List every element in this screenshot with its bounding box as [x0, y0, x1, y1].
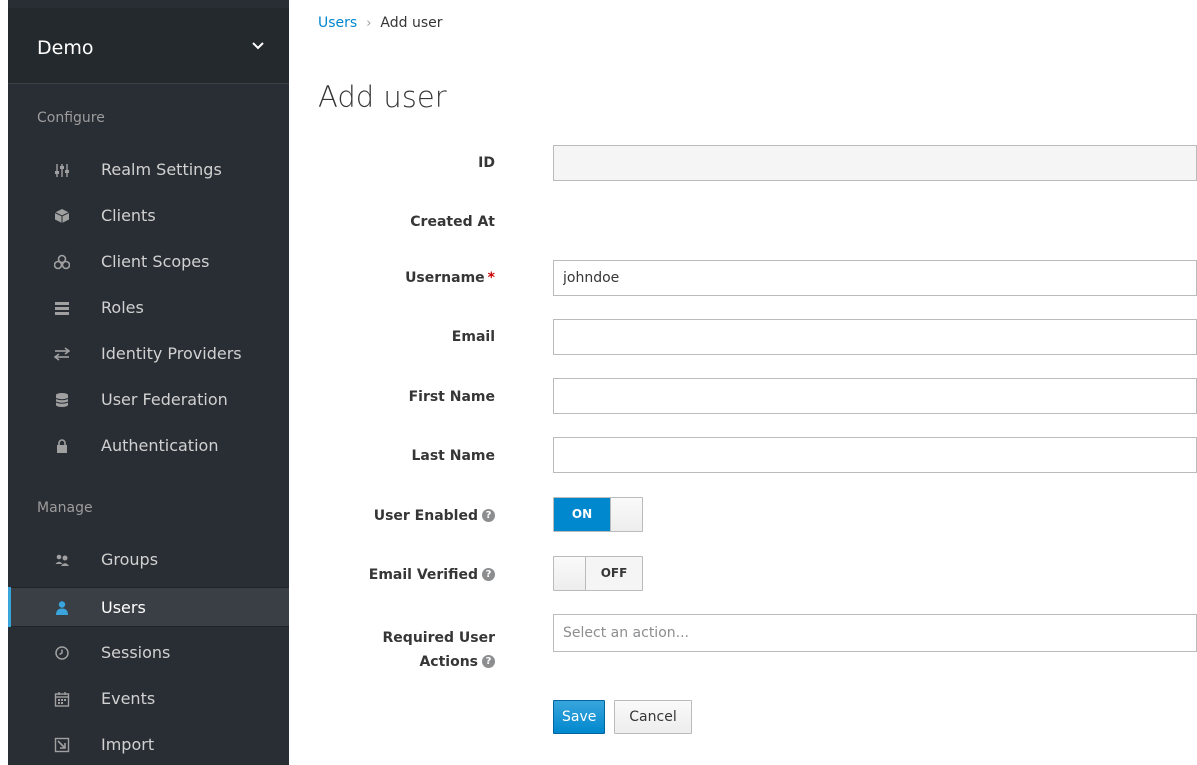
sidebar-item-authentication[interactable]: Authentication [8, 426, 289, 466]
breadcrumb-current: Add user [380, 15, 443, 31]
import-icon [54, 737, 70, 753]
section-label-manage: Manage [37, 500, 93, 516]
sidebar-item-label: Roles [101, 298, 144, 317]
clock-icon [55, 646, 69, 660]
user-icon [56, 601, 68, 615]
sidebar-item-label: Import [101, 735, 155, 754]
sidebar-item-label: Sessions [101, 643, 171, 662]
cube-icon [54, 209, 70, 223]
required-actions-label: Required User Actions? [383, 626, 495, 674]
sidebar-item-import[interactable]: Import [8, 725, 289, 765]
user-enabled-label: User Enabled? [374, 508, 495, 524]
breadcrumb-separator: › [366, 16, 372, 31]
calendar-icon [54, 692, 70, 707]
sidebar-item-label: Clients [101, 206, 156, 225]
required-asterisk: * [487, 270, 495, 286]
sidebar-item-roles[interactable]: Roles [8, 288, 289, 328]
database-icon [55, 393, 69, 407]
last-name-label: Last Name [411, 448, 495, 464]
required-actions-label-line2: Actions [419, 654, 478, 670]
app-root: Demo Configure Realm Settings Clients Cl… [0, 0, 1197, 765]
sidebar-item-clients[interactable]: Clients [8, 196, 289, 236]
user-enabled-label-text: User Enabled [373, 508, 478, 524]
sidebar-item-label: Users [101, 598, 146, 617]
sidebar-item-users[interactable]: Users [8, 587, 289, 627]
sidebar-item-client-scopes[interactable]: Client Scopes [8, 242, 289, 282]
help-icon[interactable]: ? [482, 654, 495, 668]
last-name-field[interactable] [553, 437, 1197, 473]
sidebar-item-realm-settings[interactable]: Realm Settings [8, 150, 289, 190]
required-actions-select[interactable] [553, 614, 1197, 652]
email-verified-label-text: Email Verified [368, 567, 478, 583]
sidebar-item-label: Events [101, 689, 156, 708]
roles-list-icon [55, 302, 69, 315]
email-verified-toggle[interactable]: OFF [553, 556, 643, 591]
page-title: Add user [318, 80, 447, 114]
save-button[interactable]: Save [553, 700, 605, 734]
toggle-off-label: OFF [586, 557, 642, 590]
username-label-text: Username [405, 270, 485, 286]
sidebar-item-label: Client Scopes [101, 252, 210, 271]
cancel-button[interactable]: Cancel [614, 700, 692, 734]
cubes-icon [54, 254, 70, 270]
section-label-configure: Configure [37, 110, 105, 126]
sidebar-item-label: Groups [101, 550, 159, 569]
chevron-down-icon [252, 42, 264, 50]
first-name-label: First Name [408, 389, 495, 405]
email-field[interactable] [553, 319, 1197, 355]
first-name-field[interactable] [553, 378, 1197, 414]
sidebar-item-user-federation[interactable]: User Federation [8, 380, 289, 420]
user-enabled-toggle[interactable]: ON [553, 497, 643, 532]
id-label: ID [478, 155, 495, 171]
lock-icon [57, 439, 67, 453]
users-icon [55, 554, 69, 566]
breadcrumb: Users › Add user [318, 15, 443, 31]
help-icon[interactable]: ? [482, 508, 495, 522]
sidebar: Demo Configure Realm Settings Clients Cl… [8, 0, 289, 765]
realm-selector[interactable]: Demo [8, 8, 289, 84]
realm-name: Demo [37, 37, 94, 59]
sidebar-item-groups[interactable]: Groups [8, 540, 289, 580]
sidebar-item-sessions[interactable]: Sessions [8, 633, 289, 673]
sidebar-item-events[interactable]: Events [8, 679, 289, 719]
email-label: Email [451, 329, 495, 345]
sidebar-item-label: Authentication [101, 436, 219, 455]
created-at-label: Created At [410, 214, 495, 230]
required-actions-label-line1: Required User [382, 630, 495, 646]
username-field[interactable] [553, 260, 1197, 296]
sliders-icon [55, 164, 69, 177]
sidebar-item-label: Realm Settings [101, 160, 222, 179]
username-label: Username * [405, 270, 495, 286]
toggle-on-label: ON [554, 498, 610, 531]
email-verified-label: Email Verified? [369, 567, 495, 583]
breadcrumb-users-link[interactable]: Users [318, 15, 357, 31]
toggle-knob [554, 557, 586, 590]
help-icon[interactable]: ? [482, 567, 495, 581]
sidebar-item-identity-providers[interactable]: Identity Providers [8, 334, 289, 374]
id-field[interactable] [553, 145, 1197, 181]
exchange-icon [54, 347, 70, 361]
sidebar-item-label: Identity Providers [101, 344, 242, 363]
sidebar-item-label: User Federation [101, 390, 228, 409]
toggle-knob [610, 498, 642, 531]
